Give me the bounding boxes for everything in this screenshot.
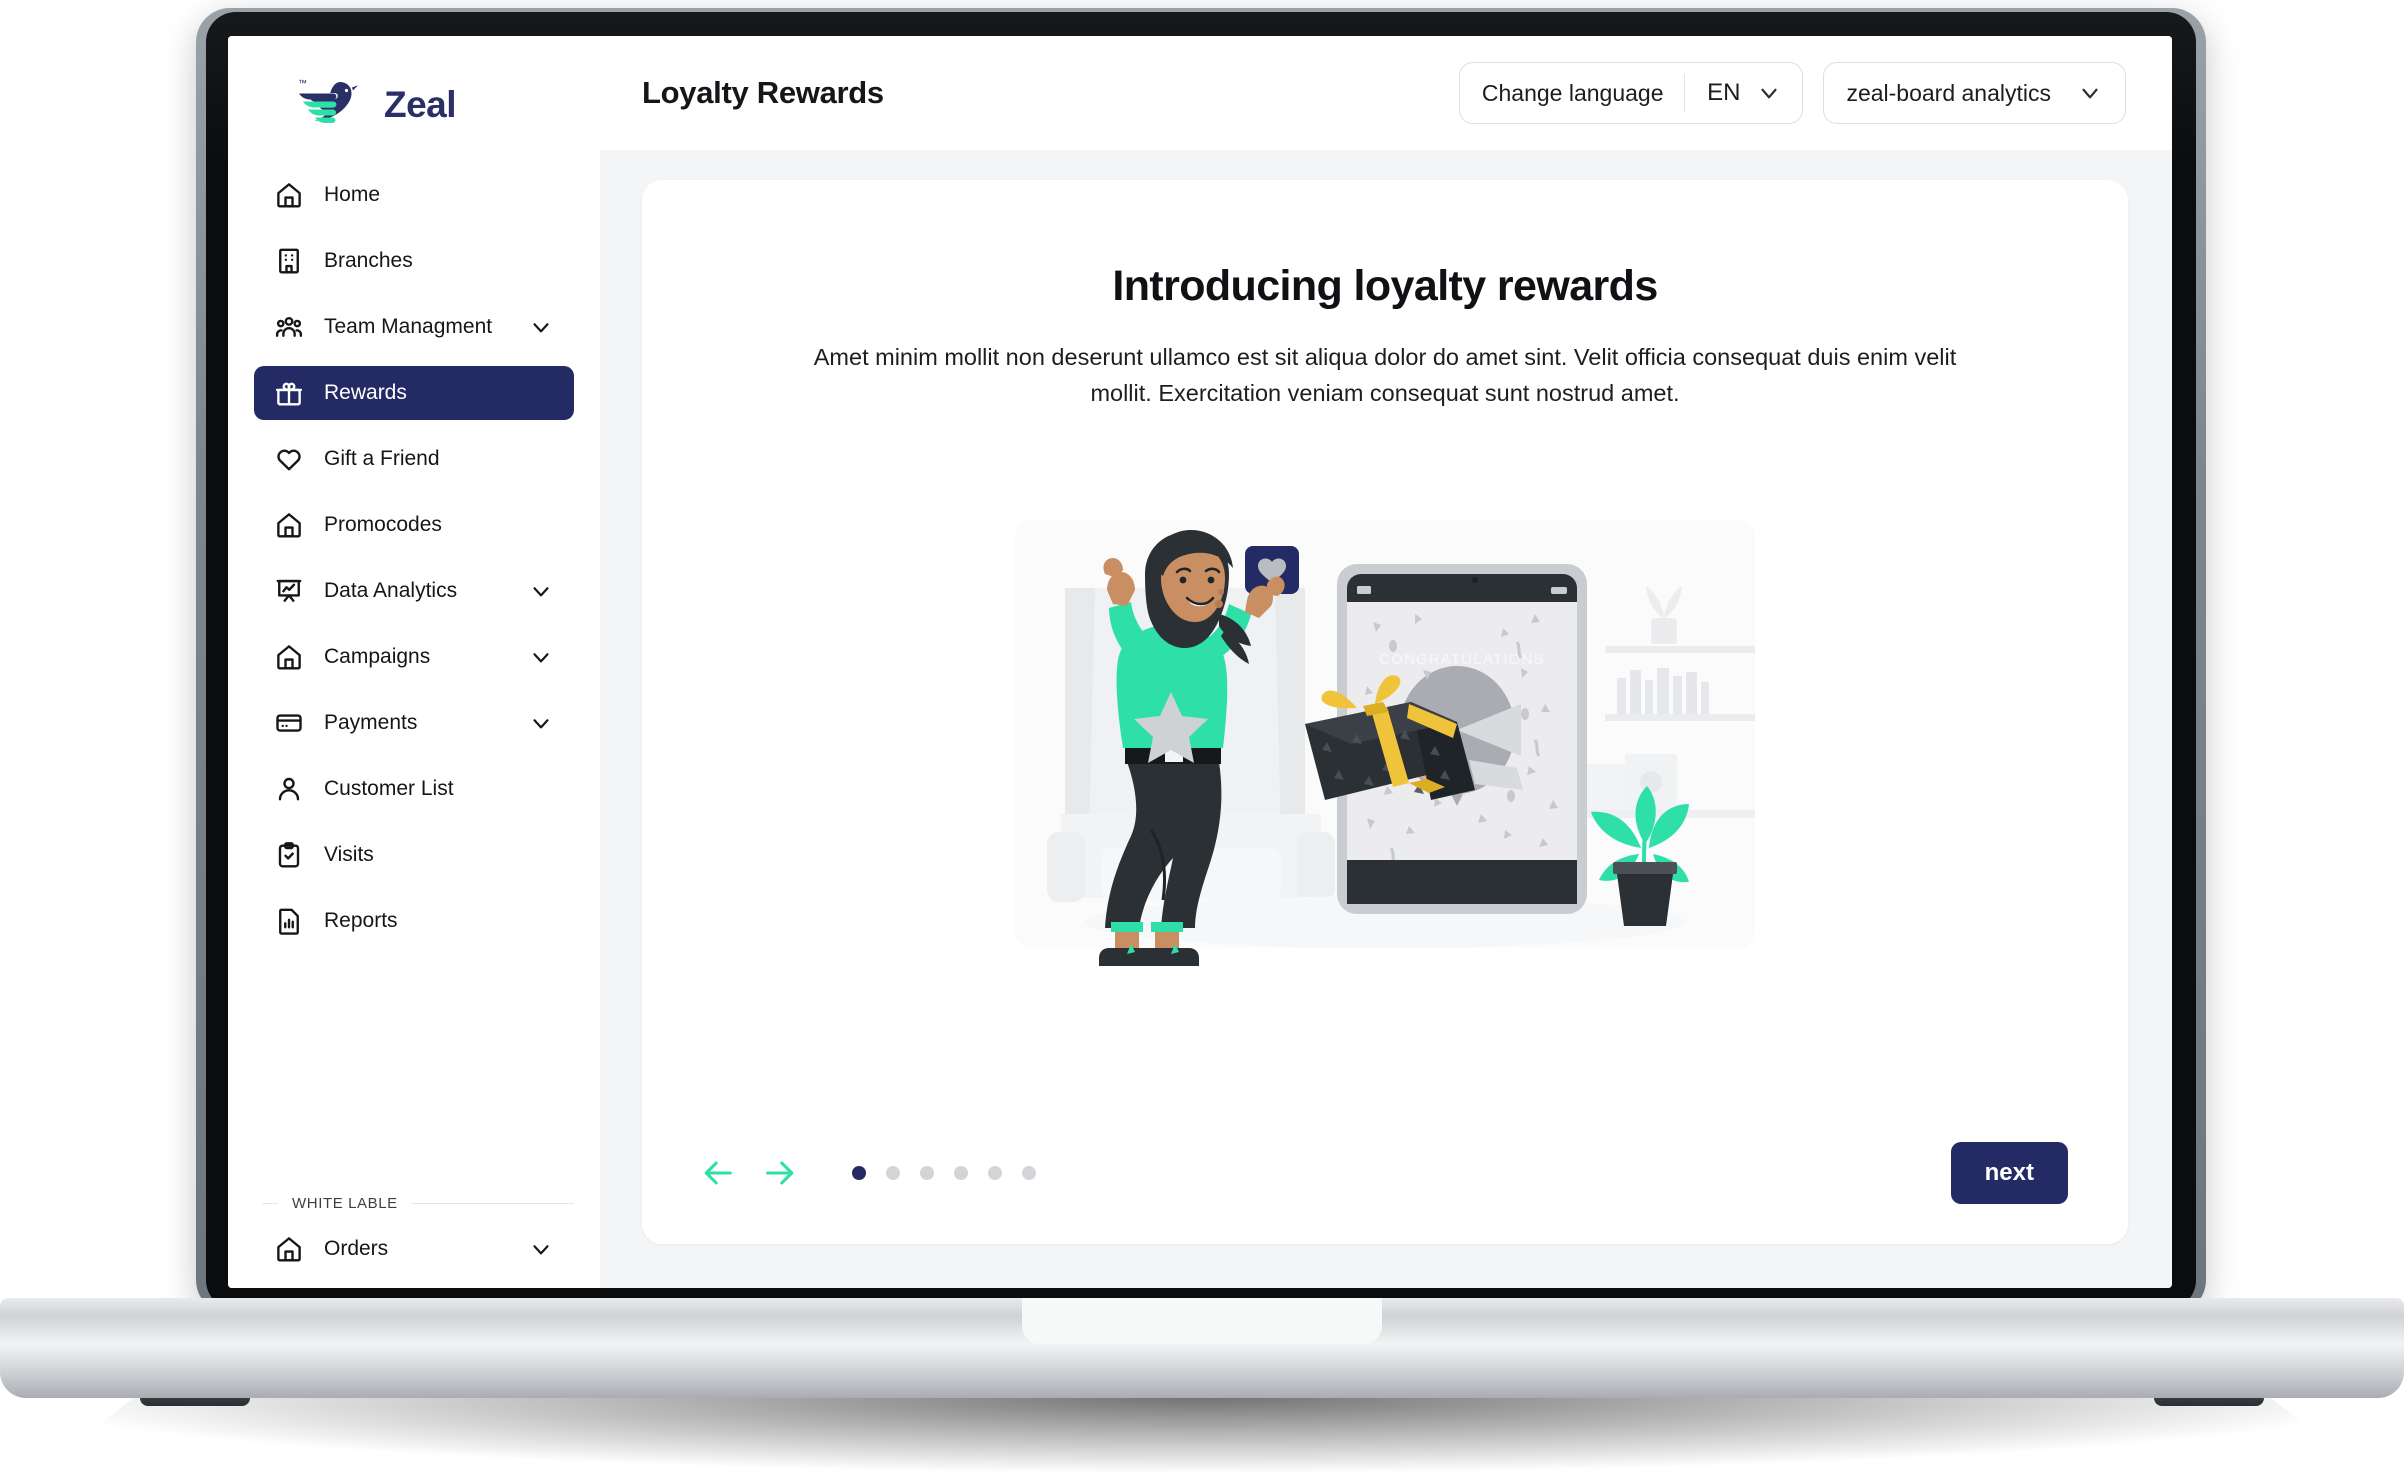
carousel-dot[interactable] bbox=[920, 1166, 934, 1180]
sidebar-nav-white-label: Orders bbox=[228, 1222, 600, 1288]
sidebar-item-label: Visits bbox=[324, 843, 374, 866]
language-selector[interactable]: Change language EN bbox=[1458, 62, 1804, 124]
page-title: Loyalty Rewards bbox=[642, 75, 884, 110]
sidebar-item-label: Campaigns bbox=[324, 645, 431, 668]
sidebar-item-label: Rewards bbox=[324, 381, 407, 404]
carousel-dot[interactable] bbox=[852, 1166, 866, 1180]
brand-name: Zeal bbox=[384, 84, 457, 125]
sidebar-item-campaigns[interactable]: Campaigns bbox=[254, 630, 574, 684]
chevron-down-icon[interactable] bbox=[528, 710, 554, 736]
topbar: Loyalty Rewards Change language EN zeal-… bbox=[600, 36, 2172, 150]
laptop-screen: ™ Zeal Home Branches Team Managment Rewa… bbox=[228, 36, 2172, 1288]
carousel-controls bbox=[702, 1156, 1036, 1190]
sidebar-item-branches[interactable]: Branches bbox=[254, 234, 574, 288]
laptop-base bbox=[0, 1298, 2404, 1398]
chevron-down-icon[interactable] bbox=[528, 1236, 554, 1262]
language-selector-label: Change language bbox=[1481, 79, 1664, 106]
sidebar: ™ Zeal Home Branches Team Managment Rewa… bbox=[228, 36, 600, 1288]
heart-icon bbox=[274, 444, 304, 474]
sidebar-nav: Home Branches Team Managment Rewards Gift a … bbox=[228, 168, 600, 1179]
carousel-dots bbox=[852, 1166, 1036, 1180]
sidebar-item-label: Customer List bbox=[324, 777, 454, 800]
sidebar-item-customer-list[interactable]: Customer List bbox=[254, 762, 574, 816]
home-icon bbox=[274, 180, 304, 210]
sidebar-item-label: Team Managment bbox=[324, 315, 493, 338]
arrow-right-icon[interactable] bbox=[762, 1156, 796, 1190]
chevron-down-icon bbox=[1756, 80, 1782, 106]
card-footer: next bbox=[702, 1136, 2068, 1204]
sidebar-item-data-analytics[interactable]: Data Analytics bbox=[254, 564, 574, 618]
sidebar-item-payments[interactable]: Payments bbox=[254, 696, 574, 750]
white-label-section-divider: WHITE LABLE bbox=[228, 1183, 600, 1222]
sidebar-item-home[interactable]: Home bbox=[254, 168, 574, 222]
report-icon bbox=[274, 906, 304, 936]
card-body-text: Amet minim mollit non deserunt ullamco e… bbox=[813, 344, 1957, 407]
card-title: Introducing loyalty rewards bbox=[1112, 262, 1658, 310]
card-icon bbox=[274, 708, 304, 738]
sidebar-item-label: Payments bbox=[324, 711, 418, 734]
sidebar-item-label: Home bbox=[324, 183, 381, 206]
sidebar-item-gift-a-friend[interactable]: Gift a Friend bbox=[254, 432, 574, 486]
app-window: ™ Zeal Home Branches Team Managment Rewa… bbox=[228, 36, 2172, 1288]
chevron-down-icon[interactable] bbox=[528, 578, 554, 604]
building-icon bbox=[274, 246, 304, 276]
people-icon bbox=[274, 312, 304, 342]
next-button[interactable]: next bbox=[1950, 1142, 2068, 1204]
celebration-reward-illustration: CONGRATULATIONS bbox=[1015, 519, 1755, 966]
home-icon bbox=[274, 642, 304, 672]
content-area: Introducing loyalty rewards Amet minim m… bbox=[600, 150, 2172, 1288]
section-label: WHITE LABLE bbox=[292, 1195, 398, 1212]
zeal-bird-logo-icon: ™ bbox=[294, 76, 368, 134]
clipboard-check-icon bbox=[274, 840, 304, 870]
sidebar-item-label: Promocodes bbox=[324, 513, 442, 536]
screenshot-root: ™ Zeal Home Branches Team Managment Rewa… bbox=[0, 0, 2404, 1476]
brand-logo[interactable]: ™ Zeal bbox=[228, 70, 600, 168]
chevron-down-icon[interactable] bbox=[528, 314, 554, 340]
board-selector-value: zeal-board analytics bbox=[1846, 79, 2051, 106]
chevron-down-icon[interactable] bbox=[528, 644, 554, 670]
onboarding-card: Introducing loyalty rewards Amet minim m… bbox=[642, 180, 2128, 1244]
chevron-down-icon bbox=[2077, 80, 2103, 106]
sidebar-item-team-managment[interactable]: Team Managment bbox=[254, 300, 574, 354]
sidebar-item-promocodes[interactable]: Promocodes bbox=[254, 498, 574, 552]
chart-board-icon bbox=[274, 576, 304, 606]
board-selector[interactable]: zeal-board analytics bbox=[1823, 62, 2126, 124]
main-column: Loyalty Rewards Change language EN zeal-… bbox=[600, 36, 2172, 1288]
carousel-dot[interactable] bbox=[886, 1166, 900, 1180]
sidebar-item-label: Reports bbox=[324, 909, 398, 932]
laptop-drop-shadow bbox=[40, 1398, 2364, 1472]
divider-line-left bbox=[262, 1203, 278, 1204]
arrow-left-icon[interactable] bbox=[702, 1156, 736, 1190]
sidebar-item-label: Data Analytics bbox=[324, 579, 458, 602]
carousel-dot[interactable] bbox=[988, 1166, 1002, 1180]
sidebar-item-rewards[interactable]: Rewards bbox=[254, 366, 574, 420]
sidebar-item-orders[interactable]: Orders bbox=[254, 1222, 574, 1276]
trademark-mark: ™ bbox=[298, 78, 308, 88]
sidebar-item-label: Branches bbox=[324, 249, 413, 272]
divider-line-right bbox=[411, 1203, 574, 1204]
gift-icon bbox=[274, 378, 304, 408]
carousel-dot[interactable] bbox=[1022, 1166, 1036, 1180]
home-icon bbox=[274, 1234, 304, 1264]
user-icon bbox=[274, 774, 304, 804]
home-icon bbox=[274, 510, 304, 540]
sidebar-item-label: Gift a Friend bbox=[324, 447, 440, 470]
carousel-dot[interactable] bbox=[954, 1166, 968, 1180]
sidebar-item-label: Orders bbox=[324, 1237, 389, 1260]
sidebar-item-reports[interactable]: Reports bbox=[254, 894, 574, 948]
illustration-container: CONGRATULATIONS bbox=[702, 412, 2068, 1136]
sidebar-item-visits[interactable]: Visits bbox=[254, 828, 574, 882]
language-selector-value: EN bbox=[1707, 79, 1741, 106]
